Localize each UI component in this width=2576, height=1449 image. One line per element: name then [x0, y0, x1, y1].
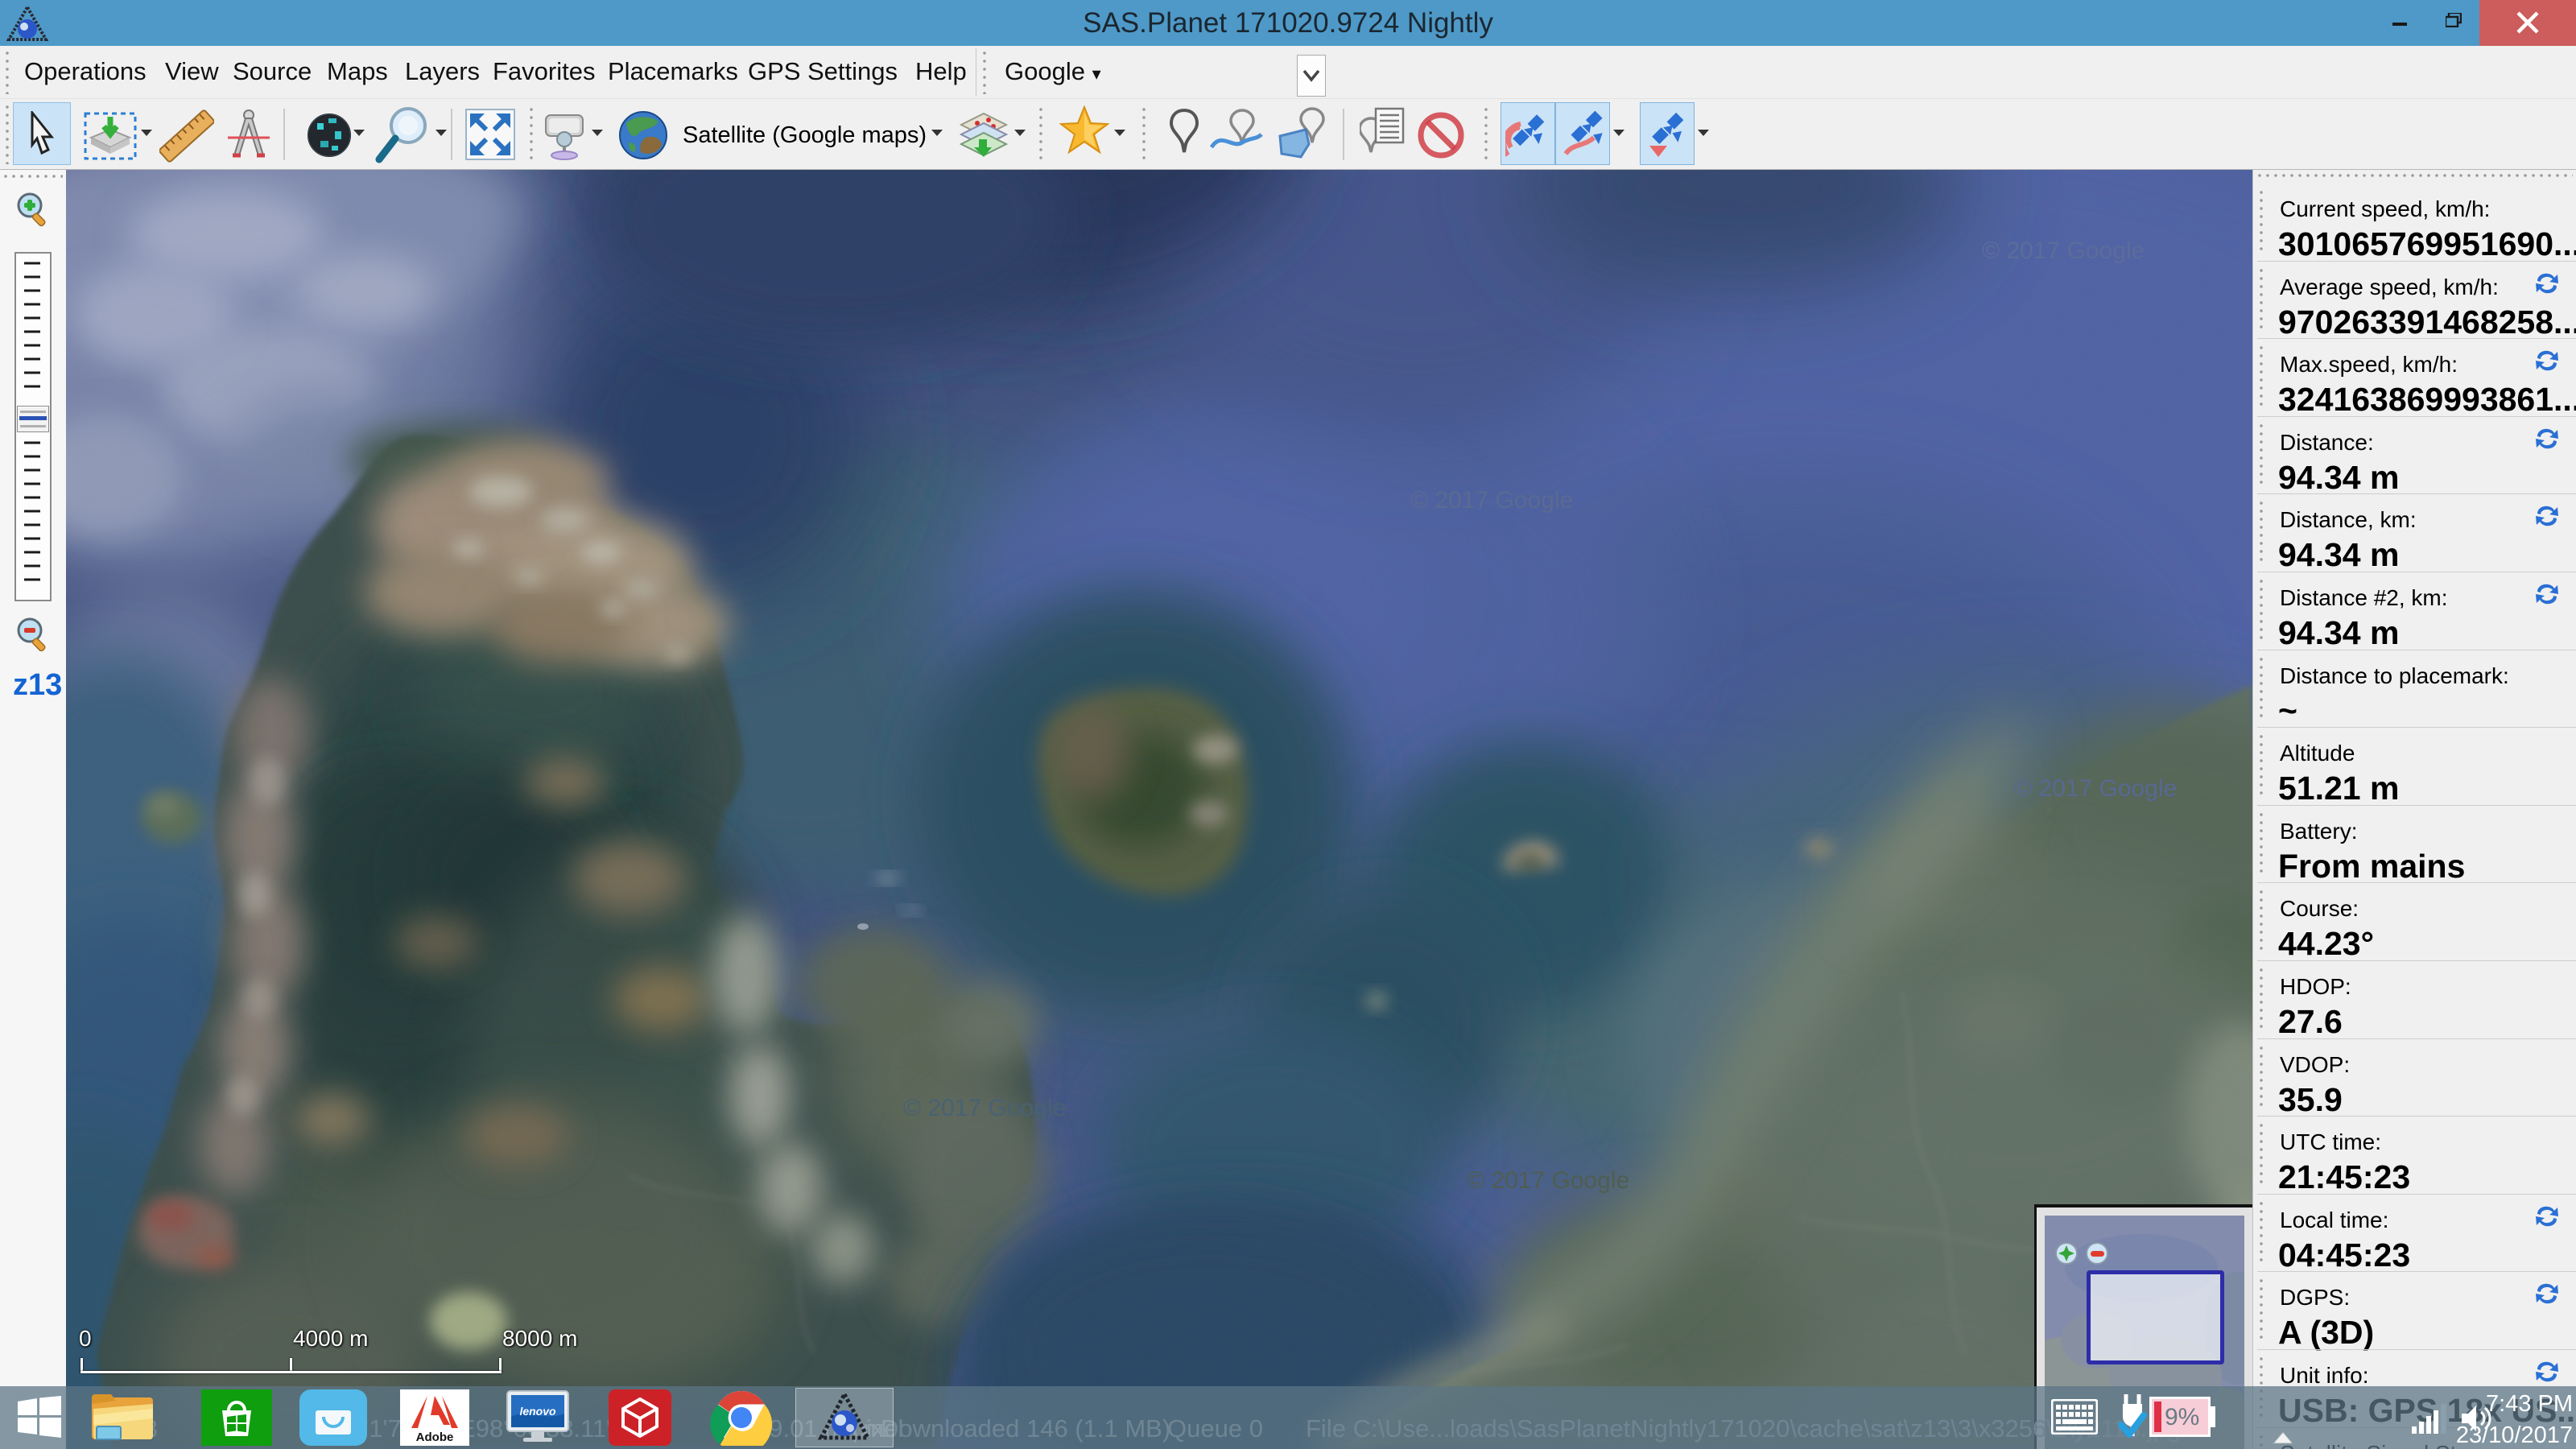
- svg-text:Adobe: Adobe: [416, 1430, 454, 1444]
- svg-text:lenovo: lenovo: [519, 1405, 556, 1418]
